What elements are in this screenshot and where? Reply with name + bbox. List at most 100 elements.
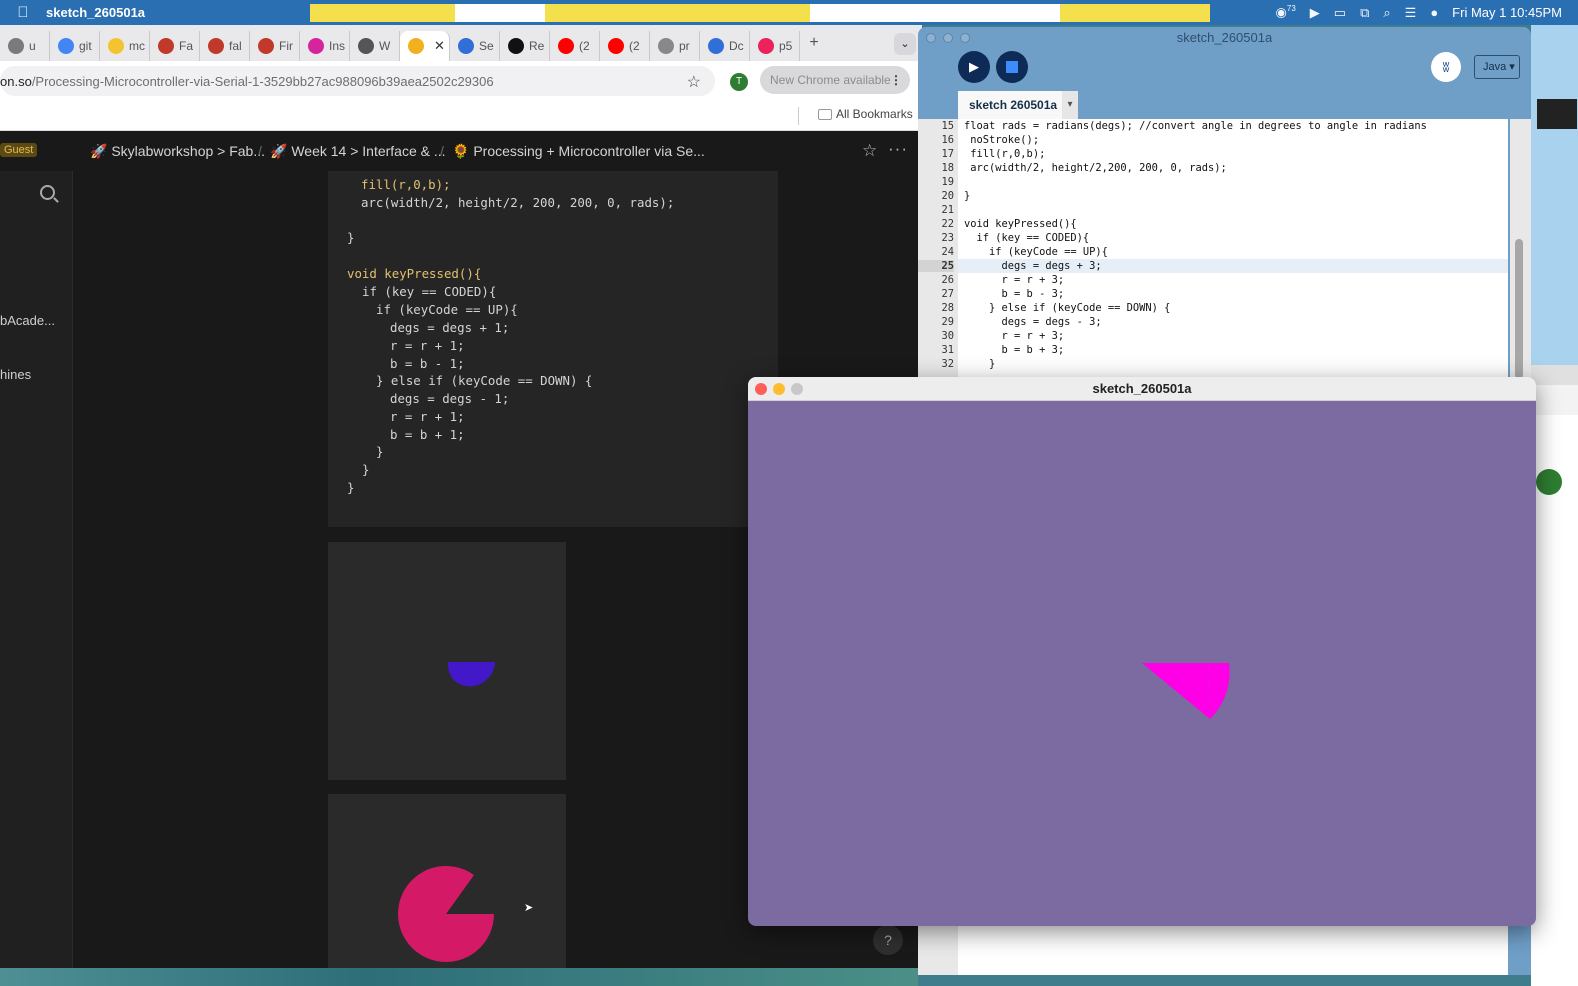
tab-label: u xyxy=(29,39,36,53)
tab-label: (2 xyxy=(629,39,640,53)
code-line[interactable]: } xyxy=(964,358,995,370)
sidebar-item-machines[interactable]: hines xyxy=(0,367,31,382)
profile-avatar[interactable]: T xyxy=(730,73,748,91)
code-line: r = r + 1; xyxy=(390,409,465,424)
tab-sketch[interactable]: sketch 260501a xyxy=(958,91,1062,119)
browser-tab[interactable]: Re xyxy=(500,31,550,61)
browser-tab[interactable]: Fa xyxy=(150,31,200,61)
partial-toolbar xyxy=(1531,385,1578,415)
debugger-button[interactable]: ʬ xyxy=(1431,52,1461,82)
menubar-clock[interactable]: Fri May 1 10:45PM xyxy=(1452,5,1562,20)
tab-label: mc xyxy=(129,39,145,53)
line-number: 26 xyxy=(941,274,954,286)
window-controls[interactable] xyxy=(926,33,970,43)
breadcrumb-item-3[interactable]: 🌻 Processing + Microcontroller via Se... xyxy=(452,143,705,160)
chrome-menu-icon[interactable]: ⋮ xyxy=(890,66,902,94)
zoom-icon[interactable] xyxy=(791,383,803,395)
browser-tab[interactable]: fal xyxy=(200,31,250,61)
code-line[interactable]: noStroke(); xyxy=(964,134,1039,146)
code-line[interactable]: float rads = radians(degs); //convert an… xyxy=(964,120,1427,132)
control-center-icon[interactable]: ☰ xyxy=(1405,5,1417,21)
browser-tab[interactable]: Fir xyxy=(250,31,300,61)
breadcrumb-separator: / xyxy=(440,143,444,159)
code-line[interactable]: r = r + 3; xyxy=(964,274,1065,286)
code-line: } xyxy=(362,462,370,477)
line-number: 18 xyxy=(941,162,954,174)
browser-tab[interactable]: Se xyxy=(450,31,500,61)
code-line: void keyPressed(){ xyxy=(347,266,482,281)
browser-tab[interactable]: Dc xyxy=(700,31,750,61)
browser-tab[interactable]: (2 xyxy=(600,31,650,61)
browser-tab[interactable]: p5 xyxy=(750,31,800,61)
p5-star-icon xyxy=(758,38,774,54)
code-line[interactable]: degs = degs + 3; xyxy=(964,260,1102,272)
browser-tab[interactable]: Ins xyxy=(300,31,350,61)
line-number: 30 xyxy=(941,330,954,342)
code-line[interactable]: if (keyCode == UP){ xyxy=(964,246,1108,258)
code-line: degs = degs + 1; xyxy=(390,320,510,335)
new-tab-button[interactable]: + xyxy=(800,34,828,52)
code-line[interactable]: fill(r,0,b); xyxy=(964,148,1045,160)
code-line[interactable]: void keyPressed(){ xyxy=(964,218,1077,230)
browser-tab[interactable]: pr xyxy=(650,31,700,61)
editor-scrollbar[interactable] xyxy=(1510,119,1531,379)
favorite-star-icon[interactable]: ☆ xyxy=(862,141,877,161)
bookmark-star-icon[interactable]: ☆ xyxy=(687,72,701,92)
browser-tab[interactable]: ✕ xyxy=(400,31,450,61)
sidebar-item-academy[interactable]: bAcade... xyxy=(0,313,55,328)
help-button[interactable]: ? xyxy=(873,925,903,955)
browser-tab[interactable]: W xyxy=(350,31,400,61)
sketch-canvas[interactable] xyxy=(748,401,1536,926)
copilot-icon[interactable]: ◉73 xyxy=(1276,4,1296,20)
partial-page xyxy=(1531,415,1578,986)
spotlight-icon[interactable]: ⌕ xyxy=(1383,5,1390,21)
menu-app-name[interactable]: sketch_260501a xyxy=(46,5,145,20)
code-line: fill(r,0,b); xyxy=(361,177,451,192)
browser-tab[interactable]: git xyxy=(50,31,100,61)
browser-tab[interactable]: mc xyxy=(100,31,150,61)
code-line: b = b - 1; xyxy=(390,356,465,371)
chrome-toolbar: on.so/Processing-Microcontroller-via-Ser… xyxy=(0,61,922,99)
screen-mirror-icon[interactable]: ⧉ xyxy=(1360,5,1369,21)
close-tab-icon[interactable]: ✕ xyxy=(434,38,445,54)
close-icon[interactable] xyxy=(755,383,767,395)
line-number: 17 xyxy=(941,148,954,160)
breadcrumb-label: Processing + Microcontroller via Se... xyxy=(473,143,705,159)
play-circle-icon[interactable]: ▶ xyxy=(1310,5,1320,21)
search-icon[interactable] xyxy=(40,185,55,200)
apple-menu-icon[interactable]:  xyxy=(0,4,46,21)
mode-selector[interactable]: Java ▾ xyxy=(1474,55,1520,79)
code-line[interactable]: b = b + 3; xyxy=(964,344,1065,356)
breadcrumb-item-1[interactable]: 🚀 Skylabworkshop > Fab... xyxy=(90,143,265,160)
siri-icon[interactable]: ● xyxy=(1430,5,1438,20)
code-line: if (keyCode == UP){ xyxy=(376,302,518,317)
code-line: arc(width/2, height/2, 200, 200, 0, rads… xyxy=(361,195,675,210)
line-number: 20 xyxy=(941,190,954,202)
browser-tab[interactable]: u xyxy=(0,31,50,61)
code-line[interactable]: r = r + 3; xyxy=(964,330,1065,342)
browser-tab[interactable]: (2 xyxy=(550,31,600,61)
more-options-icon[interactable]: ··· xyxy=(888,139,908,159)
run-button[interactable]: ▶ xyxy=(958,51,990,83)
code-line[interactable]: } xyxy=(964,190,970,202)
partial-toolbar xyxy=(1531,365,1578,385)
line-number: 22 xyxy=(941,218,954,230)
tab-search-icon[interactable]: ⌄ xyxy=(894,33,916,55)
update-chrome-button[interactable]: New Chrome available ⋮ xyxy=(760,66,910,94)
minimize-icon[interactable] xyxy=(773,383,785,395)
line-number: 32 xyxy=(941,358,954,370)
code-line[interactable]: arc(width/2, height/2,200, 200, 0, rads)… xyxy=(964,162,1227,174)
battery-icon[interactable]: ▭ xyxy=(1334,5,1346,21)
all-bookmarks-button[interactable]: All Bookmarks xyxy=(836,107,913,121)
code-line[interactable]: } else if (keyCode == DOWN) { xyxy=(964,302,1170,314)
window-controls[interactable] xyxy=(755,383,803,395)
tab-menu-arrow-icon[interactable]: ▾ xyxy=(1062,91,1078,119)
breadcrumb-item-2[interactable]: 🚀 Week 14 > Interface & ... xyxy=(270,143,446,160)
line-number: 28 xyxy=(941,302,954,314)
stop-button[interactable] xyxy=(996,51,1028,83)
address-bar[interactable]: on.so/Processing-Microcontroller-via-Ser… xyxy=(0,66,715,96)
code-line[interactable]: b = b - 3; xyxy=(964,288,1065,300)
code-line: b = b + 1; xyxy=(390,427,465,442)
code-line[interactable]: degs = degs - 3; xyxy=(964,316,1102,328)
code-line[interactable]: if (key == CODED){ xyxy=(964,232,1090,244)
